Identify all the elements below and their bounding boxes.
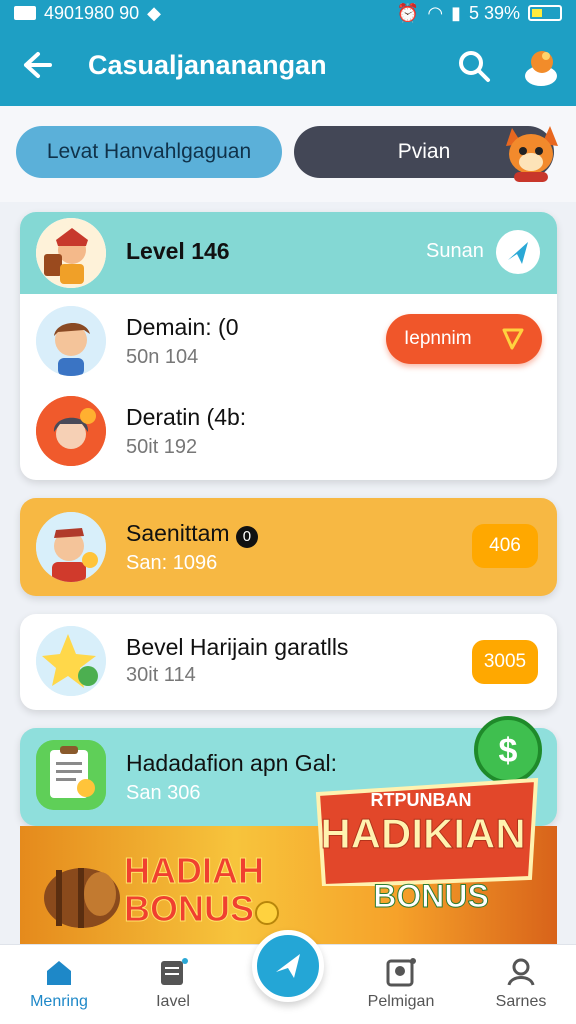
status-left: 4901980 90 ◆	[14, 3, 161, 24]
profile-icon[interactable]	[520, 42, 562, 88]
adventurer-avatar-icon	[36, 218, 106, 288]
level-card-header: Level 146 Sunan	[20, 212, 557, 294]
banner-left-line1: HADIAH	[124, 850, 265, 891]
avatar	[36, 740, 106, 810]
nav-label: Pelmigan	[367, 993, 435, 1010]
battery-icon	[528, 5, 562, 21]
nav-item-profile[interactable]: Sarnes	[466, 957, 576, 1011]
tab-level[interactable]: Levat Hanvahlgaguan	[16, 126, 282, 178]
row-title: Deratin (4b:	[126, 404, 247, 430]
row-subtitle: San 306	[126, 782, 201, 804]
level-card: Level 146 Sunan Demain: (0 50n 104 Iepnn…	[20, 212, 557, 480]
signal-icon: ◆	[147, 2, 161, 23]
coin-icon	[255, 901, 279, 925]
tab-other-label: Pvian	[397, 140, 451, 163]
title-badge: 0	[235, 526, 258, 548]
image-icon	[386, 958, 416, 987]
status-right: ⏰ ◠ ▮ 5 39%	[397, 3, 562, 24]
row-subtitle: 30it 114	[126, 664, 196, 686]
bonus-board[interactable]: $ RTPUNBAN HADIKIAN BONUS	[296, 698, 548, 930]
alarm-icon: ⏰	[396, 2, 420, 23]
home-icon	[47, 961, 71, 985]
send-button[interactable]	[496, 230, 540, 274]
count-badge: 406	[472, 524, 538, 568]
action-label: Iepnnim	[404, 328, 472, 349]
row-subtitle: 50n 104	[126, 346, 199, 368]
action-button[interactable]: Iepnnim	[386, 314, 542, 364]
wifi-icon: ◠	[427, 2, 444, 23]
header-right-label: Sunan	[426, 240, 484, 262]
count-badge: 3005	[472, 640, 538, 684]
nav-item-home[interactable]: Menring	[4, 957, 114, 1011]
board-bonus-text: BONUS	[373, 878, 490, 915]
row-title: Demain: (0	[126, 314, 239, 340]
svg-text:$: $	[499, 732, 518, 770]
stack-icon	[161, 958, 188, 985]
plane-icon	[276, 954, 300, 978]
nav-label: Sarnes	[495, 993, 547, 1010]
level-title: Level 146	[126, 238, 230, 264]
row-subtitle: 50it 192	[126, 436, 198, 458]
check-icon	[502, 328, 524, 350]
avatar	[36, 396, 106, 466]
row-subtitle: San: 1096	[126, 552, 218, 574]
send-icon	[508, 242, 528, 264]
cell-signal-icon: ▮	[451, 2, 461, 23]
status-left-text: 4901980 90	[44, 2, 140, 23]
row-title-text: Saenittam	[126, 520, 230, 546]
list-item[interactable]: Saenittam 0 San: 1096 406	[20, 498, 557, 596]
nav-item-gallery[interactable]: Pelmigan	[346, 957, 456, 1011]
row-title: Bevel Harijain garatlls	[126, 634, 349, 660]
back-arrow-icon[interactable]	[18, 48, 52, 82]
list-item[interactable]: Bevel Harijain garatlls 30it 114 3005	[20, 614, 557, 710]
nav-item-level[interactable]: Iavel	[118, 957, 228, 1011]
avatar	[36, 512, 106, 582]
clipboard-icon	[36, 740, 106, 810]
star-avatar-icon	[36, 626, 106, 696]
avatar	[36, 306, 106, 376]
boy-avatar-icon	[36, 306, 106, 376]
battery-text: 5 39%	[468, 2, 520, 23]
search-icon[interactable]	[456, 48, 492, 84]
fox-mascot-icon	[506, 126, 558, 182]
user-icon	[507, 958, 535, 986]
banner-left-text: HADIAH BONUS	[124, 850, 265, 929]
avatar	[36, 626, 106, 696]
girl-avatar-icon	[36, 396, 106, 466]
page-title: Casualjananangan	[88, 50, 327, 80]
avatar	[36, 218, 106, 288]
play-fab-button[interactable]	[252, 930, 324, 1002]
treasure-barrel-icon	[44, 868, 120, 928]
banner-left-line2: BONUS	[124, 888, 255, 929]
chef-avatar-icon	[36, 512, 106, 582]
board-big-text: HADIKIAN	[320, 810, 526, 858]
board-small-text: RTPUNBAN	[370, 790, 472, 810]
nav-label: Iavel	[156, 993, 190, 1010]
notification-icon	[14, 6, 36, 20]
row-title: Saenittam 0	[126, 520, 258, 548]
app-bar: Casualjananangan	[0, 26, 576, 106]
top-tabs: Levat Hanvahlgaguan Pvian	[0, 106, 576, 202]
nav-label: Menring	[30, 993, 88, 1010]
status-bar: 4901980 90 ◆ ⏰ ◠ ▮ 5 39%	[0, 0, 576, 26]
